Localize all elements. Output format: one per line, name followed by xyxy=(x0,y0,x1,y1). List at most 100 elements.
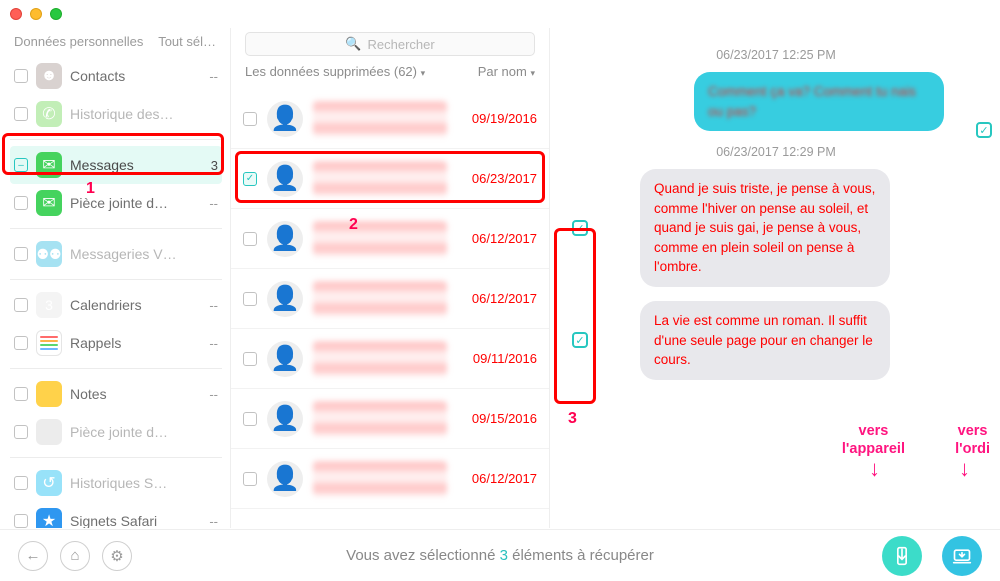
list-item-date: 06/12/2017 xyxy=(457,471,537,486)
redacted-name xyxy=(313,401,447,437)
arrow-down-icon: ↓ xyxy=(869,456,880,482)
zoom-window-button[interactable] xyxy=(50,8,62,20)
sidebar-item-label: Contacts xyxy=(70,68,190,84)
list-item[interactable]: 👤 06/12/2017 xyxy=(231,449,549,509)
filter-deleted-dropdown[interactable]: Les données supprimées (62) ▾ xyxy=(245,64,425,79)
list-item[interactable]: ✓ 👤 06/23/2017 xyxy=(231,149,549,209)
sidebar: Données personnelles Tout sél… ☻ Contact… xyxy=(0,28,230,528)
safari-icon: ★ xyxy=(36,508,62,528)
list-item-date: 06/12/2017 xyxy=(457,291,537,306)
sidebar-item-safari-history[interactable]: ↺ Historiques S… xyxy=(10,464,222,502)
status-text: Vous avez sélectionné 3 éléments à récup… xyxy=(0,547,1000,564)
annotation-number-1: 1 xyxy=(86,180,95,198)
attachment-icon xyxy=(36,419,62,445)
checkbox[interactable] xyxy=(14,107,28,121)
phone-icon: ✆ xyxy=(36,101,62,127)
checkbox[interactable] xyxy=(243,412,257,426)
reminders-icon xyxy=(36,330,62,356)
sidebar-item-label: Rappels xyxy=(70,335,190,351)
list-item-date: 06/23/2017 xyxy=(457,171,537,186)
search-wrap: 🔍 Rechercher xyxy=(231,28,549,60)
redacted-name xyxy=(313,281,447,317)
sidebar-item-notes[interactable]: Notes -- xyxy=(10,375,222,413)
sidebar-item-count: -- xyxy=(198,69,218,84)
redacted-name xyxy=(313,341,447,377)
sidebar-item-messages[interactable]: – ✉ Messages 3 xyxy=(10,146,222,184)
checkbox[interactable] xyxy=(243,472,257,486)
checkbox[interactable] xyxy=(14,425,28,439)
sidebar-item-label: Historiques S… xyxy=(70,475,190,491)
search-input[interactable]: 🔍 Rechercher xyxy=(245,32,535,56)
checkbox[interactable] xyxy=(14,476,28,490)
separator xyxy=(10,368,222,369)
annotation-to-pc: vers l'ordi xyxy=(955,423,990,458)
list-item[interactable]: 👤 06/12/2017 xyxy=(231,269,549,329)
message-incoming: ✓ La vie est comme un roman. Il suffit d… xyxy=(564,301,988,380)
separator xyxy=(10,139,222,140)
arrow-down-icon: ↓ xyxy=(959,456,970,482)
sidebar-item-reminders[interactable]: Rappels -- xyxy=(10,324,222,362)
timestamp: 06/23/2017 12:29 PM xyxy=(564,145,988,159)
avatar: 👤 xyxy=(267,221,303,257)
checkbox[interactable] xyxy=(14,69,28,83)
sidebar-item-msg-attachment[interactable]: ✉ Pièce jointe d… -- xyxy=(10,184,222,222)
sidebar-item-label: Notes xyxy=(70,386,190,402)
message-incoming: ✓ Quand je suis triste, je pense à vous,… xyxy=(564,169,988,287)
chevron-down-icon: ▾ xyxy=(530,68,535,78)
checkbox[interactable] xyxy=(14,514,28,528)
checkbox[interactable] xyxy=(243,112,257,126)
conversation-pane: 06/23/2017 12:25 PM Comment ça va? Comme… xyxy=(550,28,1000,528)
sidebar-select-all[interactable]: Tout sél… xyxy=(158,34,216,49)
annotation-number-3: 3 xyxy=(568,410,577,428)
checkbox[interactable] xyxy=(243,352,257,366)
sidebar-item-calendars[interactable]: 3 Calendriers -- xyxy=(10,286,222,324)
notes-icon xyxy=(36,381,62,407)
conversation-list: 👤 09/19/2016 ✓ 👤 06/23/2017 👤 06/12/2017… xyxy=(231,89,549,509)
avatar: 👤 xyxy=(267,281,303,317)
list-item[interactable]: 👤 06/12/2017 xyxy=(231,209,549,269)
main-panes: Données personnelles Tout sél… ☻ Contact… xyxy=(0,28,1000,528)
sort-dropdown[interactable]: Par nom ▾ xyxy=(478,64,535,79)
history-icon: ↺ xyxy=(36,470,62,496)
checkbox[interactable] xyxy=(243,232,257,246)
list-item[interactable]: 👤 09/15/2016 xyxy=(231,389,549,449)
annotation-to-device: vers l'appareil xyxy=(842,423,905,458)
sidebar-item-voicemail[interactable]: ⚉⚉ Messageries V… xyxy=(10,235,222,273)
separator xyxy=(10,228,222,229)
chevron-down-icon: ▾ xyxy=(421,68,426,78)
checkbox[interactable] xyxy=(243,292,257,306)
timestamp: 06/23/2017 12:25 PM xyxy=(564,48,988,62)
list-item[interactable]: 👤 09/19/2016 xyxy=(231,89,549,149)
message-bubble[interactable]: Quand je suis triste, je pense à vous, c… xyxy=(640,169,890,287)
sidebar-item-call-history[interactable]: ✆ Historique des… xyxy=(10,95,222,133)
contact-icon: ☻ xyxy=(36,63,62,89)
message-checkbox[interactable]: ✓ xyxy=(976,122,992,138)
separator xyxy=(10,457,222,458)
checkbox[interactable]: – xyxy=(14,158,28,172)
minimize-window-button[interactable] xyxy=(30,8,42,20)
checkbox[interactable] xyxy=(14,247,28,261)
redacted-name xyxy=(313,461,447,497)
close-window-button[interactable] xyxy=(10,8,22,20)
avatar: 👤 xyxy=(267,101,303,137)
checkbox[interactable] xyxy=(14,298,28,312)
message-bubble[interactable]: Comment ça va? Comment tu nais ou pas? xyxy=(694,72,944,131)
sidebar-item-label: Calendriers xyxy=(70,297,190,313)
checkbox[interactable] xyxy=(14,336,28,350)
calendar-icon: 3 xyxy=(36,292,62,318)
list-item-date: 06/12/2017 xyxy=(457,231,537,246)
checkbox[interactable]: ✓ xyxy=(243,172,257,186)
sidebar-item-contacts[interactable]: ☻ Contacts -- xyxy=(10,57,222,95)
list-item[interactable]: 👤 09/11/2016 xyxy=(231,329,549,389)
sidebar-item-label: Messages xyxy=(70,157,190,173)
message-bubble[interactable]: La vie est comme un roman. Il suffit d'u… xyxy=(640,301,890,380)
avatar: 👤 xyxy=(267,401,303,437)
sidebar-item-note-attachment[interactable]: Pièce jointe d… xyxy=(10,413,222,451)
checkbox[interactable] xyxy=(14,196,28,210)
voicemail-icon: ⚉⚉ xyxy=(36,241,62,267)
sidebar-item-count: -- xyxy=(198,196,218,211)
filter-bar: Les données supprimées (62) ▾ Par nom ▾ xyxy=(231,60,549,89)
checkbox[interactable] xyxy=(14,387,28,401)
sidebar-item-safari-bookmarks[interactable]: ★ Signets Safari -- xyxy=(10,502,222,528)
conversation-list-pane: 🔍 Rechercher Les données supprimées (62)… xyxy=(230,28,550,528)
